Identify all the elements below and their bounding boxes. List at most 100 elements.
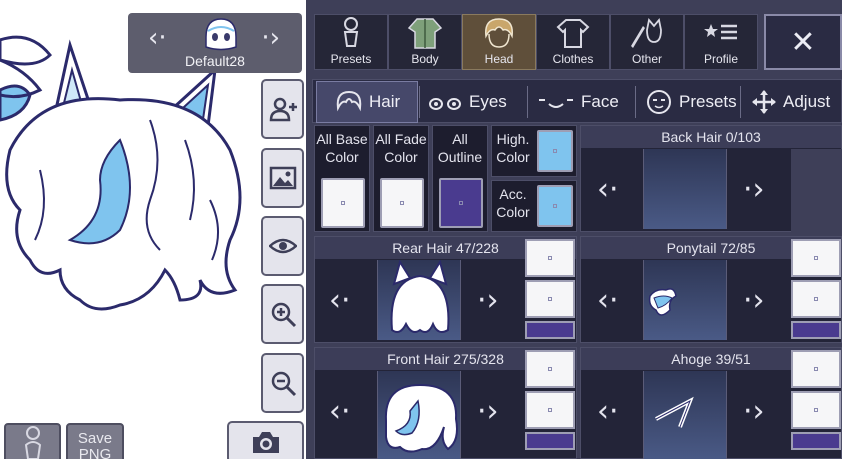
camera-button[interactable] [227,421,304,459]
tab-clothes[interactable]: Clothes [536,14,610,70]
all-base-color-label: All Base Color [316,131,368,165]
ponytail-color-swatch-1[interactable] [791,239,841,277]
front-hair-color-swatch-1[interactable] [525,350,575,388]
hair-icon [336,90,362,112]
person-outline-icon [24,426,41,459]
previous-character-arrow-icon[interactable]: ‹· [148,23,167,53]
back-hair-prev-arrow-icon[interactable]: ‹· [597,172,619,207]
tab-presets[interactable]: Presets [314,14,388,70]
rear-hair-color-swatch-2[interactable] [525,280,575,318]
front-hair-preview[interactable] [377,371,461,459]
front-hair-prev-arrow-icon[interactable]: ‹· [329,394,351,429]
tshirt-icon [556,19,590,48]
tab-profile[interactable]: Profile [684,14,758,70]
close-button[interactable]: ✕ [764,14,842,70]
ponytail-color-swatch-2[interactable] [791,280,841,318]
all-outline-control[interactable]: All Outline [432,125,488,232]
ahoge-outline-swatch[interactable] [791,432,841,450]
character-selector: ‹· ·› Default28 [128,13,302,73]
person-icon [343,17,359,47]
rear-hair-thumbnail [390,260,450,333]
tab-head-label: Head [484,52,514,66]
subtab-eyes-label: Eyes [469,92,507,111]
all-base-color-control[interactable]: All Base Color [314,125,370,232]
highlight-color-swatch[interactable] [537,130,573,172]
rear-hair-picker: Rear Hair 47/228 ‹· ·› [314,236,577,343]
star-list-icon [704,24,737,40]
subtab-divider [419,86,420,118]
ahoge-thumbnail [655,396,694,428]
save-png-button[interactable]: Save PNG [66,423,124,459]
ponytail-outline-swatch[interactable] [791,321,841,339]
next-character-arrow-icon[interactable]: ·› [261,23,280,53]
back-hair-preview[interactable] [643,149,727,229]
rear-hair-next-arrow-icon[interactable]: ·› [477,283,499,318]
add-character-button[interactable] [261,79,304,139]
accent-color-control[interactable]: Acc. Color [491,180,577,232]
image-icon [269,166,296,190]
ahoge-color-swatch-2[interactable] [791,391,841,429]
sword-cat-icon [631,17,662,48]
all-fade-color-swatch[interactable] [380,178,424,228]
subtab-divider [635,86,636,118]
character-face-icon [205,18,237,51]
ponytail-thumbnail [648,288,677,316]
rear-hair-preview[interactable] [377,260,461,340]
zoom-out-button[interactable] [261,353,304,413]
zoom-out-icon [271,371,296,397]
all-base-color-swatch[interactable] [321,178,365,228]
front-hair-outline-swatch[interactable] [525,432,575,450]
face-icon [539,99,573,108]
character-canvas[interactable]: ‹· ·› Default28 Save PNG [0,0,306,459]
tab-presets-label: Presets [330,52,372,66]
rear-hair-color-swatch-1[interactable] [525,239,575,277]
all-outline-label: All Outline [437,131,483,165]
rear-hair-prev-arrow-icon[interactable]: ‹· [329,283,351,318]
highlight-color-label: High. Color [496,131,530,165]
ahoge-preview[interactable] [643,371,727,459]
subtab-divider [740,86,741,118]
subtab-presets-label: Presets [679,92,737,111]
subtab-adjust[interactable]: Adjust [751,81,842,123]
zoom-in-button[interactable] [261,284,304,344]
pose-button[interactable] [4,423,61,459]
subtab-hair[interactable]: Hair [316,81,418,123]
subtab-eyes[interactable]: Eyes [427,81,523,123]
rear-hair-outline-swatch[interactable] [525,321,575,339]
head-subtabs: Hair Eyes Face Presets Adjust [312,79,842,123]
zoom-in-icon [271,302,296,328]
tab-profile-label: Profile [703,52,738,66]
front-hair-color-swatch-2[interactable] [525,391,575,429]
ponytail-picker: Ponytail 72/85 ‹· ·› [580,236,842,343]
tab-body[interactable]: Body [388,14,462,70]
shirt-body-icon [407,18,443,49]
head-hair-icon [485,18,513,48]
all-fade-color-control[interactable]: All Fade Color [373,125,429,232]
ahoge-next-arrow-icon[interactable]: ·› [743,394,765,429]
visibility-button[interactable] [261,216,304,276]
tab-clothes-label: Clothes [552,52,594,66]
subtab-face[interactable]: Face [537,81,633,123]
eyes-icon [429,98,461,110]
ahoge-prev-arrow-icon[interactable]: ‹· [597,394,619,429]
front-hair-next-arrow-icon[interactable]: ·› [477,394,499,429]
ponytail-next-arrow-icon[interactable]: ·› [743,283,765,318]
tab-other[interactable]: Other [610,14,684,70]
back-hair-picker: Back Hair 0/103 ‹· ·› [580,125,842,233]
subtab-divider [527,86,528,118]
move-arrows-icon [752,90,776,114]
character-name: Default28 [185,53,245,69]
back-hair-next-arrow-icon[interactable]: ·› [743,172,765,207]
ahoge-color-swatch-1[interactable] [791,350,841,388]
camera-icon [252,432,279,453]
all-outline-swatch[interactable] [439,178,483,228]
tab-head[interactable]: Head [462,14,536,70]
close-icon: ✕ [790,24,816,60]
save-png-label: Save PNG [77,430,113,459]
accent-color-swatch[interactable] [537,185,573,227]
ponytail-preview[interactable] [643,260,727,340]
subtab-presets[interactable]: Presets [645,81,745,123]
highlight-color-control[interactable]: High. Color [491,125,577,177]
ponytail-prev-arrow-icon[interactable]: ‹· [597,283,619,318]
background-button[interactable] [261,148,304,208]
